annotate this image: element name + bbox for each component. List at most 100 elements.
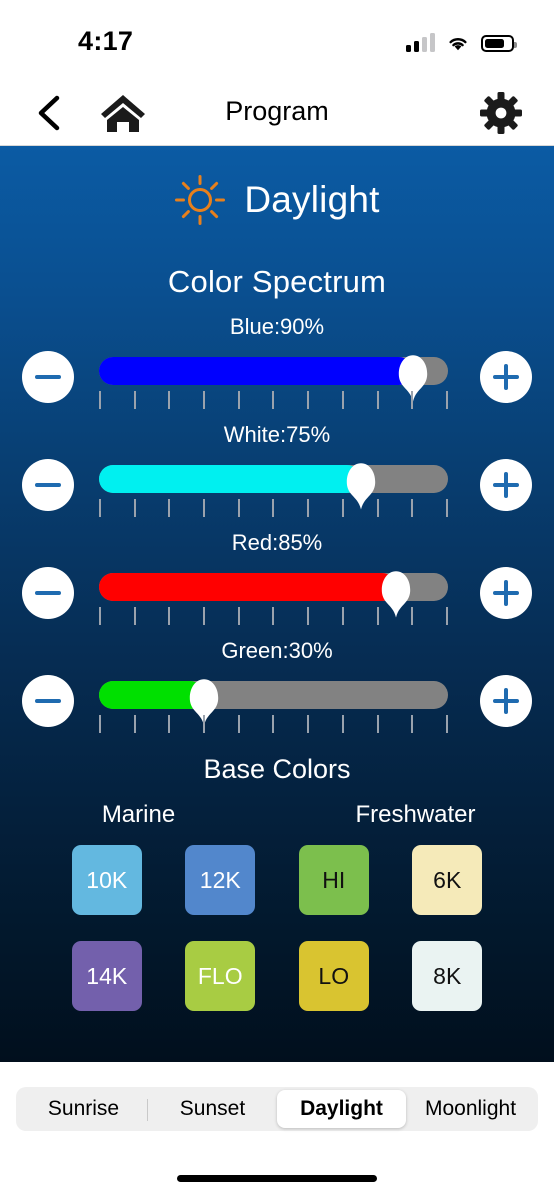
- slider-row: [0, 671, 554, 733]
- slider-tick: [307, 715, 310, 733]
- tab-sunrise[interactable]: Sunrise: [19, 1090, 148, 1128]
- gear-icon[interactable]: [480, 92, 522, 134]
- slider-tick: [203, 391, 206, 409]
- battery-icon: [481, 35, 517, 52]
- slider-tick: [307, 607, 310, 625]
- slider-track[interactable]: [99, 355, 448, 402]
- minus-icon: [35, 483, 61, 487]
- slider-tick: [203, 715, 206, 733]
- slider-tick: [272, 715, 275, 733]
- slider-tick: [99, 607, 101, 625]
- base-color-swatch-14k[interactable]: 14K: [71, 941, 142, 1011]
- swatch-cell: 12K: [164, 845, 278, 915]
- swatch-cell: LO: [277, 941, 391, 1011]
- app-screen: 4:17 Program Daylight Color Spectrum Blu…: [0, 0, 554, 1200]
- slider-tick: [168, 499, 171, 517]
- slider-tick: [376, 715, 379, 733]
- decrement-red-button[interactable]: [22, 567, 74, 619]
- slider-tick: [99, 391, 101, 409]
- decrement-green-button[interactable]: [22, 675, 74, 727]
- slider-tick: [203, 499, 206, 517]
- decrement-blue-button[interactable]: [22, 351, 74, 403]
- slider-red: Red:85%: [0, 530, 554, 625]
- tab-sunset[interactable]: Sunset: [148, 1090, 277, 1128]
- slider-ticks: [99, 391, 448, 409]
- slider-track[interactable]: [99, 571, 448, 618]
- slider-tick: [237, 715, 240, 733]
- minus-icon: [35, 591, 61, 595]
- status-bar: 4:17: [0, 0, 554, 76]
- tab-bar: Sunrise Sunset Daylight Moonlight: [0, 1062, 554, 1200]
- slider-row: [0, 455, 554, 517]
- slider-tick: [307, 391, 310, 409]
- slider-track[interactable]: [99, 679, 448, 726]
- tab-daylight[interactable]: Daylight: [277, 1090, 406, 1128]
- slider-tick: [272, 499, 275, 517]
- slider-tick: [411, 499, 414, 517]
- slider-tick: [376, 607, 379, 625]
- base-color-swatch-8k[interactable]: 8K: [412, 941, 483, 1011]
- swatch-cell: 14K: [50, 941, 164, 1011]
- slider-row: [0, 563, 554, 625]
- base-color-swatch-6k[interactable]: 6K: [412, 845, 483, 915]
- slider-track-wrap[interactable]: [99, 355, 448, 409]
- slider-tick: [237, 607, 240, 625]
- slider-row: [0, 347, 554, 409]
- swatch-cell: 6K: [391, 845, 505, 915]
- slider-track-wrap[interactable]: [99, 463, 448, 517]
- page-title: Program: [225, 96, 329, 126]
- slider-tick: [445, 715, 448, 733]
- base-color-swatch-grid: 10K 12K HI 6K 14K FLO LO 8K: [0, 845, 554, 1011]
- slider-tick: [376, 499, 379, 517]
- slider-tick: [445, 607, 448, 625]
- sun-icon: [174, 174, 226, 226]
- base-color-swatch-hi[interactable]: HI: [298, 845, 369, 915]
- slider-track[interactable]: [99, 463, 448, 510]
- slider-label-green: Green:30%: [221, 638, 333, 663]
- slider-ticks: [99, 607, 448, 625]
- base-color-swatch-lo[interactable]: LO: [298, 941, 369, 1011]
- slider-tick: [168, 715, 171, 733]
- minus-icon: [35, 375, 61, 379]
- decrement-white-button[interactable]: [22, 459, 74, 511]
- slider-tick: [133, 391, 136, 409]
- slider-tick: [133, 715, 136, 733]
- swatch-cell: FLO: [164, 941, 278, 1011]
- slider-tick: [376, 391, 379, 409]
- increment-red-button[interactable]: [480, 567, 532, 619]
- group-heading-marine: Marine: [101, 801, 176, 828]
- base-color-swatch-10k[interactable]: 10K: [71, 845, 142, 915]
- swatch-cell: 8K: [391, 941, 505, 1011]
- increment-blue-button[interactable]: [480, 351, 532, 403]
- group-heading-freshwater: Freshwater: [355, 801, 476, 828]
- color-spectrum-title: Color Spectrum: [167, 264, 387, 299]
- slider-ticks: [99, 715, 448, 733]
- swatch-cell: HI: [277, 845, 391, 915]
- slider-tick: [133, 607, 136, 625]
- slider-tick: [99, 715, 101, 733]
- increment-white-button[interactable]: [480, 459, 532, 511]
- slider-tick: [168, 607, 171, 625]
- slider-fill: [99, 357, 414, 385]
- slider-list: Blue:90% White:75% Red:85% Green:30%: [0, 314, 554, 733]
- home-indicator: [177, 1175, 377, 1182]
- status-time: 4:17: [78, 26, 134, 56]
- increment-green-button[interactable]: [480, 675, 532, 727]
- slider-label-red: Red:85%: [231, 530, 323, 555]
- base-colors-title: Base Colors: [203, 754, 351, 784]
- slider-tick: [341, 391, 344, 409]
- slider-track-wrap[interactable]: [99, 571, 448, 625]
- wifi-icon: [446, 34, 470, 52]
- slider-label-white: White:75%: [223, 422, 331, 447]
- minus-icon: [35, 699, 61, 703]
- base-color-swatch-12k[interactable]: 12K: [185, 845, 256, 915]
- tab-moonlight[interactable]: Moonlight: [406, 1090, 535, 1128]
- cellular-signal-icon: [406, 33, 435, 52]
- status-indicators: [406, 28, 517, 52]
- slider-tick: [168, 391, 171, 409]
- base-color-group-headings: Marine Freshwater: [0, 801, 554, 829]
- slider-tick: [341, 499, 344, 517]
- slider-track-wrap[interactable]: [99, 679, 448, 733]
- base-color-swatch-flo[interactable]: FLO: [185, 941, 256, 1011]
- slider-tick: [272, 607, 275, 625]
